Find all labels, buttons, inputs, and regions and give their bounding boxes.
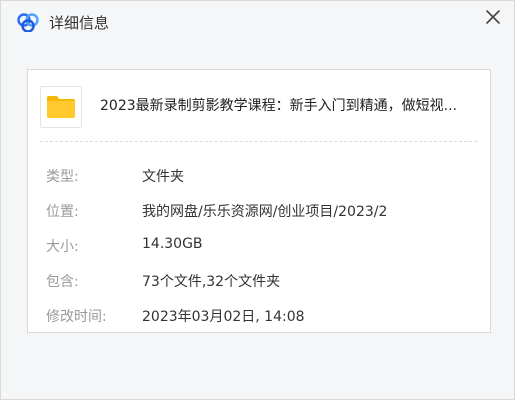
- detail-label: 修改时间:: [46, 309, 107, 325]
- item-name: 2023最新录制剪影教学课程：新手入门到精通，做短视...: [100, 98, 457, 114]
- detail-value: 文件夹: [142, 169, 184, 185]
- folder-icon: [47, 96, 75, 118]
- detail-value: 73个文件,32个文件夹: [142, 274, 281, 290]
- detail-value: 我的网盘/乐乐资源网/创业项目/2023/2: [142, 204, 388, 220]
- details-card: 2023最新录制剪影教学课程：新手入门到精通，做短视... 类型: 文件夹 位置…: [27, 69, 491, 333]
- detail-label: 包含:: [46, 274, 79, 290]
- detail-value: 14.30GB: [142, 236, 203, 252]
- divider: [40, 141, 477, 142]
- details-dialog: 详细信息 2023最新录制剪影教学课程：新手入门到精通，做短视... 类型: 文…: [0, 0, 515, 400]
- folder-thumbnail: [40, 86, 82, 128]
- detail-row-type: 类型: 文件夹: [46, 166, 476, 186]
- detail-row-contains: 包含: 73个文件,32个文件夹: [46, 271, 476, 291]
- detail-label: 位置:: [46, 204, 79, 220]
- detail-label: 大小:: [46, 239, 79, 255]
- baidu-netdisk-logo-icon: [17, 13, 39, 32]
- detail-row-size: 大小: 14.30GB: [46, 236, 476, 256]
- detail-label: 类型:: [46, 169, 79, 185]
- detail-row-modified: 修改时间: 2023年03月02日, 14:08: [46, 306, 476, 326]
- close-icon[interactable]: [484, 8, 502, 26]
- detail-row-location: 位置: 我的网盘/乐乐资源网/创业项目/2023/2: [46, 201, 476, 221]
- detail-value: 2023年03月02日, 14:08: [142, 309, 305, 325]
- title-bar: 详细信息: [1, 1, 514, 43]
- dialog-title: 详细信息: [49, 14, 110, 32]
